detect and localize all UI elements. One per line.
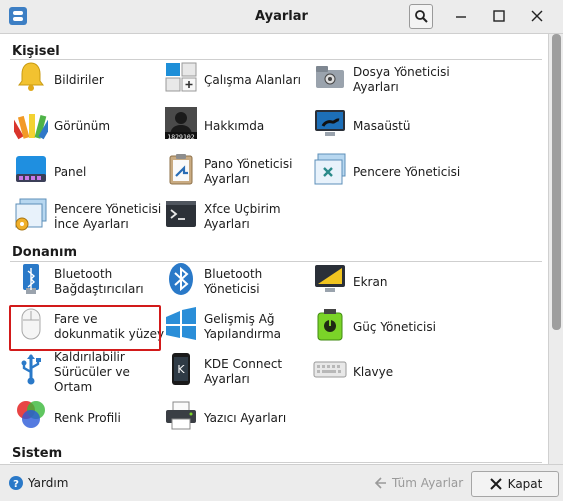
item-kde-connect[interactable]: K KDE Connect Ayarları <box>164 352 314 392</box>
item-dosya-yoneticisi[interactable]: Dosya Yöneticisi Ayarları <box>313 60 463 100</box>
item-hakkimda[interactable]: 1829102 Hakkımda <box>164 106 314 146</box>
maximize-icon <box>493 10 505 22</box>
item-yazici-ayarlari[interactable]: Yazıcı Ayarları <box>164 398 314 438</box>
item-label: Bildiriler <box>54 72 104 87</box>
search-button[interactable] <box>409 4 433 29</box>
scrollbar-thumb[interactable] <box>552 34 561 330</box>
item-label: Masaüstü <box>353 118 411 133</box>
section-divider <box>10 462 542 463</box>
item-panel[interactable]: Panel <box>14 152 164 192</box>
window-title: Ayarlar <box>255 9 308 24</box>
minimize-button[interactable] <box>450 6 472 26</box>
item-calisma-alanlari[interactable]: Çalışma Alanları <box>164 60 314 100</box>
item-label: Bluetooth Bağdaştırıcıları <box>54 267 144 296</box>
svg-text:?: ? <box>13 479 19 490</box>
help-icon: ? <box>9 476 23 490</box>
panel-icon <box>16 156 46 182</box>
color-palette-icon <box>14 114 48 140</box>
section-title-personal: Kişisel <box>12 44 60 59</box>
vertical-scrollbar[interactable] <box>548 34 563 464</box>
item-bildiriler[interactable]: Bildiriler <box>14 60 164 100</box>
item-guc-yoneticisi[interactable]: Güç Yöneticisi <box>313 307 463 347</box>
desktop-icon <box>315 110 345 136</box>
clipboard-icon <box>169 154 193 185</box>
item-label: Gelişmiş Ağ Yapılandırma <box>204 312 281 341</box>
item-ekran[interactable]: Ekran <box>313 262 463 302</box>
workspaces-icon <box>165 62 197 92</box>
item-xfce-ucbirim[interactable]: Xfce Uçbirim Ayarları <box>164 197 314 237</box>
usb-icon <box>21 354 41 385</box>
svg-text:1829102: 1829102 <box>167 133 194 140</box>
item-gorunum[interactable]: Görünüm <box>14 106 164 146</box>
item-label: Hakkımda <box>204 118 265 133</box>
close-icon <box>531 10 543 22</box>
item-label: Çalışma Alanları <box>204 72 301 87</box>
section-title-system: Sistem <box>12 446 63 461</box>
item-label: Pano Yöneticisi Ayarları <box>204 157 293 186</box>
button-bar: ? Yardım Tüm Ayarlar Kapat <box>0 464 563 501</box>
settings-grid: Kişisel Bildiriler Çalışma Alanları Dosy… <box>0 34 548 464</box>
selection-highlight <box>9 305 161 351</box>
kde-connect-phone-icon: K <box>172 353 190 385</box>
bell-icon <box>18 62 44 91</box>
item-gelismis-ag[interactable]: Gelişmiş Ağ Yapılandırma <box>164 307 314 347</box>
item-label: Pencere Yöneticisi İnce Ayarları <box>54 202 162 231</box>
item-label: Ekran <box>353 274 388 289</box>
svg-text:K: K <box>177 363 185 376</box>
power-battery-icon <box>317 309 343 341</box>
item-label: Renk Profili <box>54 410 121 425</box>
bluetooth-adapter-icon <box>23 264 39 294</box>
close-window-button[interactable] <box>526 6 548 26</box>
printer-icon <box>166 401 196 430</box>
search-icon <box>415 10 428 23</box>
bluetooth-icon <box>169 263 193 295</box>
item-bluetooth-yoneticisi[interactable]: Bluetooth Yöneticisi <box>164 262 314 302</box>
item-label: Panel <box>54 164 87 179</box>
item-masaustu[interactable]: Masaüstü <box>313 106 463 146</box>
keyboard-icon <box>313 361 347 378</box>
item-bluetooth-bagdastiricilari[interactable]: Bluetooth Bağdaştırıcıları <box>14 262 164 302</box>
terminal-icon <box>166 201 196 227</box>
close-button[interactable]: Kapat <box>471 471 559 497</box>
close-icon <box>489 478 502 490</box>
item-label: Dosya Yöneticisi Ayarları <box>353 65 450 94</box>
item-label: Kaldırılabilir Sürücüler ve Ortam <box>54 349 130 394</box>
window-tweaks-icon <box>15 198 47 231</box>
help-label: Yardım <box>28 476 69 490</box>
close-label: Kapat <box>507 477 543 491</box>
display-icon <box>315 265 345 292</box>
network-icon <box>166 307 196 340</box>
item-kaldirilabilir-suruculer[interactable]: Kaldırılabilir Sürücüler ve Ortam <box>14 349 164 394</box>
item-pencere-yoneticisi[interactable]: Pencere Yöneticisi <box>313 152 463 192</box>
item-label: Bluetooth Yöneticisi <box>204 267 263 296</box>
item-klavye[interactable]: Klavye <box>313 352 463 392</box>
item-label: Xfce Uçbirim Ayarları <box>204 202 281 231</box>
all-settings-button[interactable]: Tüm Ayarlar <box>372 471 464 495</box>
back-arrow-icon <box>374 477 386 489</box>
maximize-button[interactable] <box>488 6 510 26</box>
item-label: KDE Connect Ayarları <box>204 357 283 386</box>
help-button[interactable]: ? Yardım <box>8 471 78 495</box>
item-label: Yazıcı Ayarları <box>204 410 287 425</box>
file-manager-settings-icon <box>316 66 344 88</box>
item-label: Görünüm <box>54 118 111 133</box>
all-settings-label: Tüm Ayarlar <box>392 476 464 490</box>
minimize-icon <box>456 16 466 18</box>
section-title-hardware: Donanım <box>12 245 78 260</box>
item-pencere-ince-ayarlari[interactable]: Pencere Yöneticisi İnce Ayarları <box>14 197 164 237</box>
window-manager-icon <box>314 153 346 185</box>
avatar-caption: 1829102 <box>167 133 194 140</box>
title-bar: Ayarlar <box>0 0 563 34</box>
color-profile-icon <box>17 401 45 428</box>
item-renk-profili[interactable]: Renk Profili <box>14 398 164 438</box>
item-label: Güç Yöneticisi <box>353 319 436 334</box>
item-pano-yoneticisi[interactable]: Pano Yöneticisi Ayarları <box>164 152 314 192</box>
item-label: Pencere Yöneticisi <box>353 164 461 179</box>
item-label: Klavye <box>353 364 394 379</box>
